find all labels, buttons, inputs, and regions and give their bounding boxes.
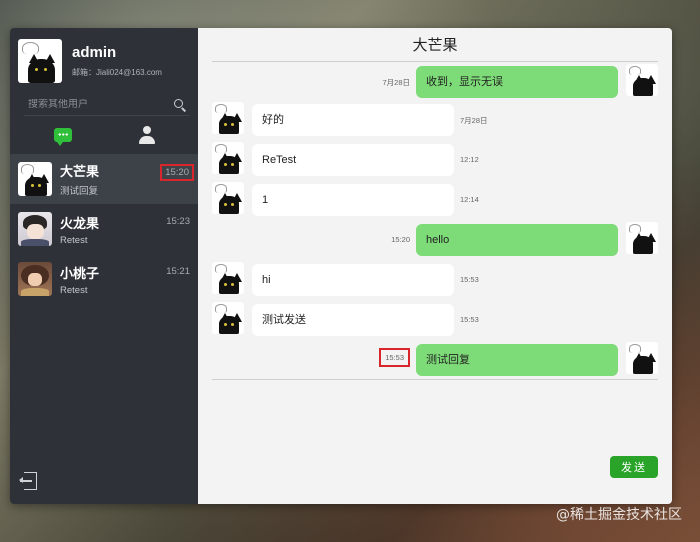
conversation-time: 15:23 [166, 216, 190, 227]
message-bubble: ReTest [252, 144, 454, 176]
conversation-item[interactable]: 火龙果 Retest 15:23 [10, 204, 198, 254]
message-row: 好的 7月28日 [212, 102, 658, 138]
user-avatar[interactable] [18, 39, 62, 83]
message-row: 测试回复 15:53 [212, 342, 658, 378]
conversation-preview: 测试回复 [60, 186, 99, 197]
message-time: 12:12 [460, 155, 479, 164]
message-bubble: 收到，显示无误 [416, 66, 618, 98]
user-icon[interactable] [138, 126, 155, 144]
chat-app-window: admin 邮箱：Jiali024@163.com 大芒果 [10, 28, 672, 504]
message-time: 12:14 [460, 195, 479, 204]
chat-panel: 大芒果 收到，显示无误 7月28日 好的 7月28日 ReTest 12:12 … [198, 28, 672, 504]
sender-avatar [626, 222, 658, 254]
conversation-time: 15:21 [166, 266, 190, 277]
chat-bubble-icon[interactable] [53, 128, 72, 146]
sidebar-tabs [10, 124, 198, 146]
message-row: 收到，显示无误 7月28日 [212, 64, 658, 100]
conversation-item[interactable]: 小桃子 Retest 15:21 [10, 254, 198, 304]
contact-avatar [18, 162, 52, 196]
sender-avatar [212, 182, 244, 214]
message-list: 收到，显示无误 7月28日 好的 7月28日 ReTest 12:12 1 12… [212, 62, 658, 380]
logout-icon[interactable] [19, 472, 40, 492]
sender-avatar [212, 302, 244, 334]
conversation-preview: Retest [60, 284, 88, 296]
message-bubble: 好的 [252, 104, 454, 136]
message-time: 15:53 [460, 275, 479, 284]
sidebar: admin 邮箱：Jiali024@163.com 大芒果 [10, 28, 198, 504]
sender-avatar [212, 262, 244, 294]
message-time: 15:53 [379, 348, 410, 367]
message-row: hello 15:20 [212, 222, 658, 258]
search-bar [24, 94, 190, 116]
conversation-item[interactable]: 大芒果 测试回复 15:20 [10, 154, 198, 204]
conversation-time: 15:20 [160, 164, 194, 181]
profile-email: 邮箱：Jiali024@163.com [72, 68, 162, 77]
sender-avatar [626, 64, 658, 96]
message-bubble: 测试发送 [252, 304, 454, 336]
chat-title: 大芒果 [212, 28, 658, 62]
sender-avatar [626, 342, 658, 374]
sender-avatar [212, 142, 244, 174]
profile-name: admin [72, 44, 117, 61]
search-input[interactable] [28, 99, 148, 110]
conversation-list: 大芒果 测试回复 15:20 火龙果 Retest 15:23 小桃子 Rete… [10, 154, 198, 304]
search-icon[interactable] [174, 98, 187, 112]
send-button[interactable]: 发送 [610, 456, 658, 478]
watermark: @稀土掘金技术社区 [556, 507, 682, 523]
message-row: 1 12:14 [212, 182, 658, 218]
message-row: hi 15:53 [212, 262, 658, 298]
message-bubble: hello [416, 224, 618, 256]
message-bubble: 1 [252, 184, 454, 216]
message-time: 7月28日 [460, 116, 488, 125]
message-bubble: hi [252, 264, 454, 296]
conversation-preview: Retest [60, 234, 88, 246]
contact-avatar [18, 212, 52, 246]
message-time: 15:53 [460, 315, 479, 324]
message-row: ReTest 12:12 [212, 142, 658, 178]
message-row: 测试发送 15:53 [212, 302, 658, 338]
message-time: 15:20 [391, 235, 410, 244]
message-time: 7月28日 [382, 78, 410, 87]
sender-avatar [212, 102, 244, 134]
contact-avatar [18, 262, 52, 296]
message-bubble: 测试回复 [416, 344, 618, 376]
profile-header: admin 邮箱：Jiali024@163.com [10, 28, 198, 90]
